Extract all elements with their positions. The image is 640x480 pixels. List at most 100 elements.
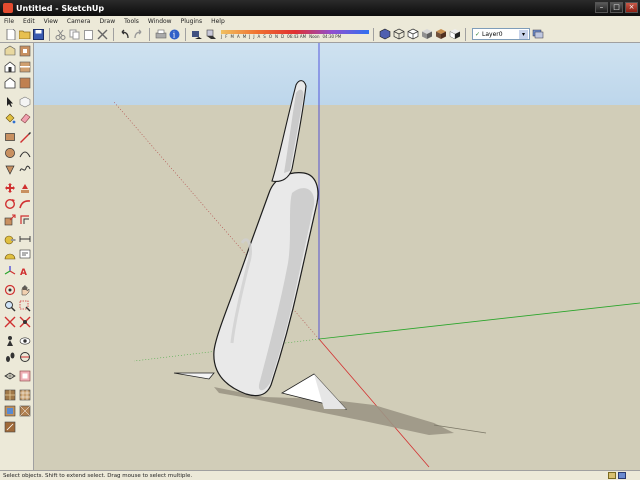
top-view-icon[interactable] — [18, 45, 31, 58]
separator — [373, 27, 374, 41]
flip-edge-icon[interactable] — [3, 421, 16, 434]
3d-text-icon[interactable]: A — [18, 265, 31, 278]
arc-icon[interactable] — [18, 147, 31, 160]
chevron-down-icon[interactable]: ▾ — [519, 30, 528, 39]
print-icon[interactable] — [154, 28, 167, 41]
terrain-from-contours-icon[interactable] — [3, 389, 16, 402]
pan-hand-icon[interactable] — [18, 284, 31, 297]
protractor-icon[interactable] — [3, 249, 16, 262]
redo-icon[interactable] — [132, 28, 145, 41]
svg-text:A: A — [20, 268, 27, 277]
separator — [465, 27, 466, 41]
menu-draw[interactable]: Draw — [99, 18, 115, 25]
maximize-button[interactable]: □ — [610, 2, 623, 13]
wireframe-style-icon[interactable] — [392, 28, 405, 41]
cut-icon[interactable] — [54, 28, 67, 41]
title-bar: Untitled - SketchUp – □ × — [0, 0, 640, 16]
move-icon[interactable] — [3, 182, 16, 195]
separator — [49, 27, 50, 41]
model-info-icon[interactable]: i — [168, 28, 181, 41]
shadow-time-labels: J F M A M J J A S O N D 06:43 AM Noon 04:30 PM — [221, 33, 342, 39]
shaded-textures-style-icon[interactable] — [434, 28, 447, 41]
zoom-window-icon[interactable] — [18, 300, 31, 313]
menu-plugins[interactable]: Plugins — [181, 18, 203, 25]
window-title: Untitled - SketchUp — [16, 3, 105, 13]
offset-icon[interactable] — [18, 214, 31, 227]
zoom-extents-icon[interactable] — [3, 316, 16, 329]
back-view-icon[interactable] — [3, 77, 16, 90]
position-camera-icon[interactable] — [3, 335, 16, 348]
sketchup-app-icon — [3, 3, 13, 13]
polygon-icon[interactable] — [3, 163, 16, 176]
front-view-icon[interactable] — [3, 61, 16, 74]
menu-tools[interactable]: Tools — [124, 18, 139, 25]
minimize-button[interactable]: – — [595, 2, 608, 13]
section-plane-icon[interactable] — [18, 351, 31, 364]
rectangle-icon[interactable] — [3, 131, 16, 144]
menu-camera[interactable]: Camera — [67, 18, 91, 25]
make-component-icon[interactable] — [18, 96, 31, 109]
separator — [185, 27, 186, 41]
scale-icon[interactable] — [3, 214, 16, 227]
menu-view[interactable]: View — [44, 18, 58, 25]
sandbox-smoove-icon[interactable] — [3, 370, 16, 383]
shadow-settings-icon[interactable] — [190, 28, 203, 41]
display-shadows-icon[interactable] — [204, 28, 217, 41]
drape-icon[interactable] — [3, 405, 16, 418]
copy-icon[interactable] — [68, 28, 81, 41]
tape-measure-icon[interactable] — [3, 233, 16, 246]
text-tool-icon[interactable] — [18, 249, 31, 262]
save-icon[interactable] — [32, 28, 45, 41]
green-axis — [318, 302, 640, 340]
layer-manager-icon[interactable] — [531, 28, 544, 41]
3d-scene[interactable] — [34, 43, 640, 470]
sandbox-stamp-icon[interactable] — [18, 370, 31, 383]
modeling-viewport[interactable] — [34, 43, 640, 470]
menu-help[interactable]: Help — [211, 18, 225, 25]
eraser-icon[interactable] — [18, 112, 31, 125]
line-pencil-icon[interactable] — [18, 131, 31, 144]
hidden-line-style-icon[interactable] — [406, 28, 419, 41]
status-message: Select objects. Shift to extend select. … — [3, 472, 193, 479]
layer-dropdown[interactable]: ✓ Layer0 ▾ — [472, 28, 530, 40]
open-folder-icon[interactable] — [18, 28, 31, 41]
shaded-style-icon[interactable] — [420, 28, 433, 41]
zoom-icon[interactable] — [3, 300, 16, 313]
menu-edit[interactable]: Edit — [23, 18, 35, 25]
follow-me-icon[interactable] — [18, 198, 31, 211]
circle-icon[interactable] — [3, 147, 16, 160]
status-bar: Select objects. Shift to extend select. … — [0, 470, 640, 480]
push-pull-icon[interactable] — [18, 182, 31, 195]
orbit-icon[interactable] — [3, 284, 16, 297]
add-detail-icon[interactable] — [18, 405, 31, 418]
erase-icon[interactable] — [96, 28, 109, 41]
look-around-icon[interactable] — [18, 335, 31, 348]
right-view-icon[interactable] — [18, 61, 31, 74]
shadow-time-slider[interactable]: J F M A M J J A S O N D 06:43 AM Noon 04:30 PM — [221, 29, 369, 40]
previous-view-icon[interactable] — [18, 316, 31, 329]
freehand-icon[interactable] — [18, 163, 31, 176]
paint-bucket-icon[interactable] — [3, 112, 16, 125]
menu-file[interactable]: File — [4, 18, 14, 25]
new-file-icon[interactable] — [4, 28, 17, 41]
separator — [149, 27, 150, 41]
close-button[interactable]: × — [625, 2, 638, 13]
xray-style-icon[interactable] — [378, 28, 391, 41]
paste-icon[interactable] — [82, 28, 95, 41]
undo-icon[interactable] — [118, 28, 131, 41]
layer-name: Layer0 — [482, 30, 503, 38]
select-arrow-icon[interactable] — [3, 96, 16, 109]
terrain-from-scratch-icon[interactable] — [18, 389, 31, 402]
walk-icon[interactable] — [3, 351, 16, 364]
rotate-icon[interactable] — [3, 198, 16, 211]
monochrome-style-icon[interactable] — [448, 28, 461, 41]
menu-window[interactable]: Window — [148, 18, 172, 25]
main-toolbar: i J F M A M J J A S O N D 06:43 AM Noon 04:30 PM ✓ Lay… — [0, 26, 640, 43]
camera-standard-views-icon[interactable] — [3, 45, 16, 58]
base-fin-left — [173, 372, 215, 380]
dimension-icon[interactable] — [18, 233, 31, 246]
geo-location-icon[interactable] — [608, 472, 616, 479]
axes-icon[interactable] — [3, 265, 16, 278]
left-view-icon[interactable] — [18, 77, 31, 90]
credits-icon[interactable] — [618, 472, 626, 479]
